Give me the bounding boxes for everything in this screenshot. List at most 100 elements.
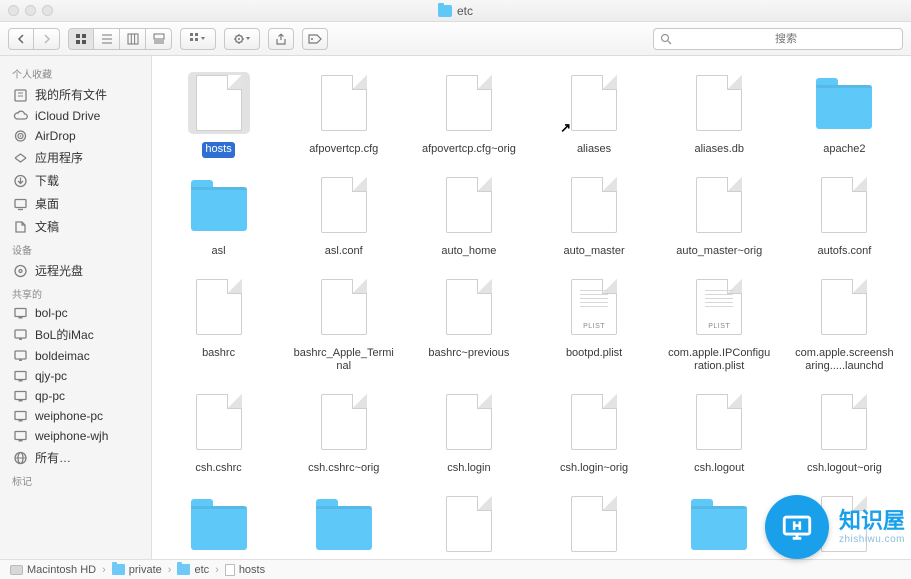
icon-view-button[interactable]	[68, 28, 94, 50]
file-icon	[696, 75, 742, 131]
file-item[interactable]: auto_home	[406, 168, 531, 270]
folder-item[interactable]	[156, 487, 281, 559]
folder-icon	[177, 564, 190, 575]
file-item[interactable]: csh.logout~orig	[782, 385, 907, 487]
folder-icon	[691, 506, 747, 550]
column-view-button[interactable]	[120, 28, 146, 50]
action-button[interactable]	[224, 28, 260, 50]
file-item[interactable]: bashrc~previous	[406, 270, 531, 386]
share-button[interactable]	[268, 28, 294, 50]
path-label: hosts	[239, 564, 265, 576]
file-label: com.apple.screensharing.....launchd	[789, 346, 899, 376]
arrange-button[interactable]	[180, 28, 216, 50]
file-item[interactable]	[406, 487, 531, 559]
sidebar-item[interactable]: qp-pc	[0, 386, 151, 406]
window-title: etc	[0, 4, 911, 18]
file-item[interactable]: csh.login	[406, 385, 531, 487]
tags-button[interactable]	[302, 28, 328, 50]
file-label: auto_master~orig	[673, 244, 765, 260]
path-segment[interactable]: hosts	[225, 564, 265, 576]
file-item[interactable]: auto_master~orig	[657, 168, 782, 270]
sidebar-item-label: iCloud Drive	[35, 109, 100, 123]
file-icon: PLIST	[696, 279, 742, 335]
file-item[interactable]: csh.login~orig	[531, 385, 656, 487]
folder-item[interactable]	[281, 487, 406, 559]
pc-icon	[12, 369, 28, 383]
sidebar-item[interactable]: qjy-pc	[0, 366, 151, 386]
sidebar[interactable]: 个人收藏我的所有文件iCloud DriveAirDrop应用程序下载桌面文稿设…	[0, 56, 152, 559]
back-button[interactable]	[8, 28, 34, 50]
file-item[interactable]: csh.cshrc	[156, 385, 281, 487]
sidebar-item[interactable]: 应用程序	[0, 146, 151, 169]
path-segment[interactable]: etc	[177, 564, 209, 576]
sidebar-item[interactable]: 文稿	[0, 215, 151, 238]
tags-group	[302, 28, 328, 50]
file-item[interactable]: com.apple.screensharing.....launchd	[782, 270, 907, 386]
action-group	[224, 28, 260, 50]
path-label: private	[129, 564, 162, 576]
file-icon	[571, 394, 617, 450]
search-field[interactable]	[653, 28, 903, 50]
file-icon	[446, 177, 492, 233]
sidebar-section-header: 共享的	[0, 282, 151, 303]
sidebar-section-header: 个人收藏	[0, 62, 151, 83]
toolbar	[0, 22, 911, 56]
file-item[interactable]: csh.logout	[657, 385, 782, 487]
sidebar-item-label: boldeimac	[35, 349, 90, 363]
file-item[interactable]: afpovertcp.cfg	[281, 66, 406, 168]
sidebar-item-label: 桌面	[35, 195, 59, 212]
file-item[interactable]: asl.conf	[281, 168, 406, 270]
watermark-logo	[765, 495, 829, 559]
chevron-right-icon: ›	[213, 564, 221, 576]
sidebar-item-label: 应用程序	[35, 149, 83, 166]
chevron-right-icon: ›	[166, 564, 174, 576]
sidebar-item[interactable]: bol-pc	[0, 303, 151, 323]
sidebar-item-label: 下载	[35, 172, 59, 189]
sidebar-item-label: qp-pc	[35, 389, 65, 403]
file-item[interactable]: hosts	[156, 66, 281, 168]
file-item[interactable]: csh.cshrc~orig	[281, 385, 406, 487]
forward-button[interactable]	[34, 28, 60, 50]
sidebar-item[interactable]: 所有…	[0, 446, 151, 469]
file-item[interactable]: afpovertcp.cfg~orig	[406, 66, 531, 168]
sidebar-item[interactable]: boldeimac	[0, 346, 151, 366]
file-item[interactable]: autofs.conf	[782, 168, 907, 270]
sidebar-item[interactable]: BoL的iMac	[0, 323, 151, 346]
search-input[interactable]	[676, 33, 896, 45]
sidebar-item[interactable]: 远程光盘	[0, 259, 151, 282]
sidebar-item[interactable]: weiphone-wjh	[0, 426, 151, 446]
folder-item[interactable]: apache2	[782, 66, 907, 168]
sidebar-item[interactable]: AirDrop	[0, 126, 151, 146]
file-label: bashrc_Apple_Terminal	[289, 346, 399, 376]
file-label: afpovertcp.cfg~orig	[419, 142, 519, 158]
file-item[interactable]: PLISTcom.apple.IPConfiguration.plist	[657, 270, 782, 386]
path-segment[interactable]: private	[112, 564, 162, 576]
file-item[interactable]: ↗aliases	[531, 66, 656, 168]
folder-item[interactable]	[657, 487, 782, 559]
sidebar-item[interactable]: weiphone-pc	[0, 406, 151, 426]
folder-icon	[112, 564, 125, 575]
file-item[interactable]: auto_master	[531, 168, 656, 270]
folder-item[interactable]: asl	[156, 168, 281, 270]
file-label: auto_home	[438, 244, 499, 260]
file-icon	[571, 496, 617, 552]
coverflow-view-button[interactable]	[146, 28, 172, 50]
sidebar-item[interactable]: 桌面	[0, 192, 151, 215]
file-icon	[821, 177, 867, 233]
list-view-button[interactable]	[94, 28, 120, 50]
sidebar-item[interactable]: 下载	[0, 169, 151, 192]
file-grid: hostsafpovertcp.cfg afpovertcp.cfg~orig ↗a…	[152, 56, 911, 559]
sidebar-item[interactable]: 我的所有文件	[0, 83, 151, 106]
disk-icon	[10, 565, 23, 575]
sidebar-item[interactable]: iCloud Drive	[0, 106, 151, 126]
content-area[interactable]: hostsafpovertcp.cfg afpovertcp.cfg~orig ↗a…	[152, 56, 911, 559]
file-item[interactable]: aliases.db	[657, 66, 782, 168]
file-label: bootpd.plist	[563, 346, 625, 362]
file-item[interactable]	[531, 487, 656, 559]
file-item[interactable]: bashrc_Apple_Terminal	[281, 270, 406, 386]
view-buttons	[68, 28, 172, 50]
path-segment[interactable]: Macintosh HD	[10, 564, 96, 576]
folder-icon	[191, 187, 247, 231]
file-item[interactable]: PLISTbootpd.plist	[531, 270, 656, 386]
file-item[interactable]: bashrc	[156, 270, 281, 386]
